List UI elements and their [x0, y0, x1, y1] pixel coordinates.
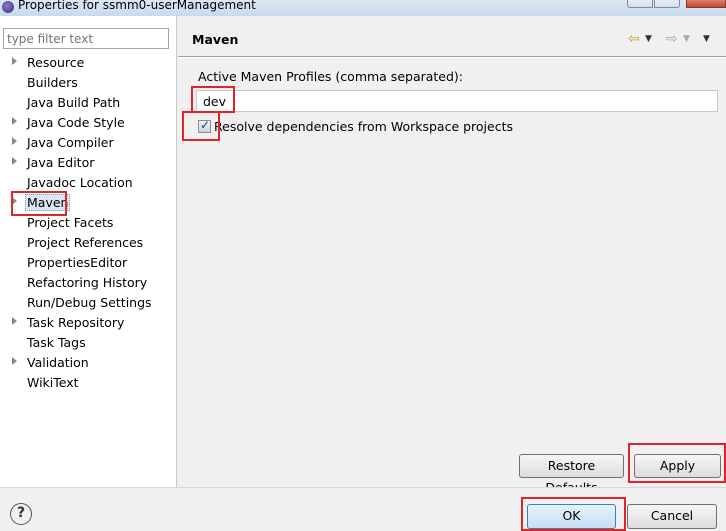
expand-arrow-icon[interactable]	[12, 117, 17, 125]
resolve-workspace-checkbox[interactable]: ✓	[198, 118, 211, 133]
profiles-label: Active Maven Profiles (comma separated):	[198, 69, 464, 84]
tree-item-maven[interactable]: Maven	[0, 193, 170, 213]
cancel-button[interactable]: Cancel	[627, 504, 717, 529]
expand-arrow-icon[interactable]	[12, 137, 17, 145]
eclipse-icon	[2, 1, 14, 13]
tree-item-project-references[interactable]: Project References	[0, 233, 170, 253]
profiles-input[interactable]	[196, 90, 718, 112]
forward-dropdown-icon[interactable]: ▼	[683, 31, 690, 47]
tree-item-validation[interactable]: Validation	[0, 353, 170, 373]
expand-arrow-icon[interactable]	[12, 317, 17, 325]
restore-defaults-button[interactable]: Restore Defaults	[519, 454, 624, 495]
tree-item-java-build-path[interactable]: Java Build Path	[0, 93, 170, 113]
maximize-button[interactable]	[654, 0, 680, 8]
view-menu-icon[interactable]: ▼	[703, 31, 710, 47]
tree-item-wikitext[interactable]: WikiText	[0, 373, 170, 393]
back-arrow-icon[interactable]: ⇦	[628, 31, 640, 47]
filter-input[interactable]	[3, 28, 169, 49]
help-icon[interactable]: ?	[10, 503, 32, 525]
dialog-button-bar: ? OK Cancel	[0, 487, 726, 531]
expand-arrow-icon[interactable]	[12, 57, 17, 65]
tree-item-javadoc-location[interactable]: Javadoc Location	[0, 173, 170, 193]
tree-item-task-repository[interactable]: Task Repository	[0, 313, 170, 333]
tree-item-run-debug-settings[interactable]: Run/Debug Settings	[0, 293, 170, 313]
tree-item-task-tags[interactable]: Task Tags	[0, 333, 170, 353]
page-navigation: ⇦ ▼ ⇨ ▼ ▼	[618, 31, 718, 47]
title-separator	[178, 56, 726, 58]
tree-item-refactoring-history[interactable]: Refactoring History	[0, 273, 170, 293]
tree-item-resource[interactable]: Resource	[0, 53, 170, 73]
expand-arrow-icon[interactable]	[12, 197, 17, 205]
tree-item-properties-editor[interactable]: PropertiesEditor	[0, 253, 170, 273]
expand-arrow-icon[interactable]	[12, 157, 17, 165]
ok-button[interactable]: OK	[527, 504, 616, 529]
title-bar: Properties for ssmm0-userManagement	[0, 0, 726, 16]
window-title: Properties for ssmm0-userManagement	[18, 0, 256, 12]
expand-arrow-icon[interactable]	[12, 357, 17, 365]
page-title: Maven	[192, 32, 239, 47]
close-button[interactable]	[686, 0, 726, 8]
minimize-button[interactable]	[627, 0, 653, 8]
tree-item-java-editor[interactable]: Java Editor	[0, 153, 170, 173]
checkmark-icon: ✓	[200, 118, 211, 132]
maven-property-page: Maven ⇦ ▼ ⇨ ▼ ▼ Active Maven Profiles (c…	[178, 16, 726, 495]
back-dropdown-icon[interactable]: ▼	[645, 31, 652, 47]
forward-arrow-icon[interactable]: ⇨	[666, 31, 678, 47]
tree-item-project-facets[interactable]: Project Facets	[0, 213, 170, 233]
tree-item-java-code-style[interactable]: Java Code Style	[0, 113, 170, 133]
tree-item-builders[interactable]: Builders	[0, 73, 170, 93]
tree-item-java-compiler[interactable]: Java Compiler	[0, 133, 170, 153]
resolve-workspace-label[interactable]: Resolve dependencies from Workspace proj…	[214, 119, 513, 134]
property-page-tree-pane: Resource Builders Java Build Path Java C…	[0, 16, 177, 487]
apply-button[interactable]: Apply	[634, 454, 721, 478]
